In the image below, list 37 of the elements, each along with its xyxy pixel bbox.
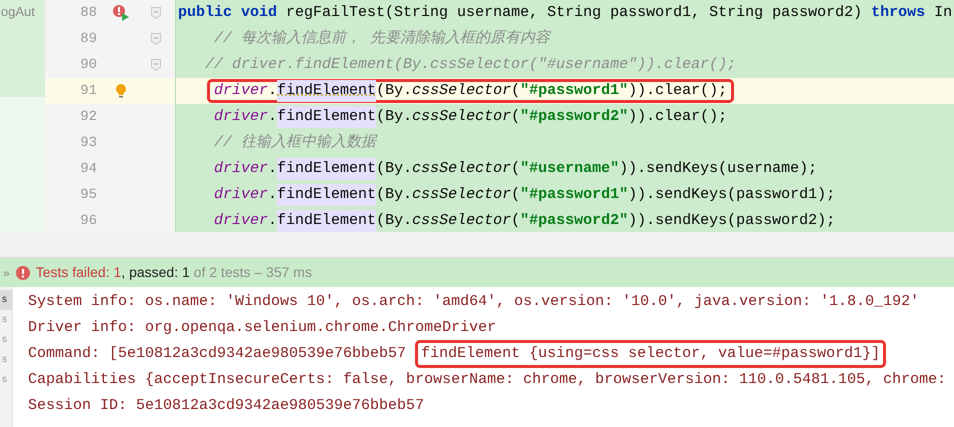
test-duration[interactable]: s xyxy=(0,310,12,330)
line-number: 93 xyxy=(79,134,98,152)
error-icon xyxy=(16,266,30,280)
fold-marker-icon[interactable] xyxy=(151,59,161,71)
code-line: driver.findElement(By.cssSelector("#password1")).sendKeys(password1); xyxy=(214,183,836,207)
line-number: 95 xyxy=(79,186,98,204)
console-text: Driver info: org.openqa.selenium.chrome.ChromeDriver xyxy=(28,318,496,338)
console-text: Command: [5e10812a3cd9342ae980539e76bbeb57 xyxy=(28,344,406,364)
code-line: driver.findElement(By.cssSelector("#password2")).clear(); xyxy=(214,105,728,129)
lightbulb-icon[interactable] xyxy=(115,83,127,99)
test-duration[interactable]: s xyxy=(0,290,12,310)
line-number: 88 xyxy=(79,4,98,22)
fold-marker-icon[interactable] xyxy=(151,7,161,19)
line-number: 92 xyxy=(79,108,98,126)
console-text: Session ID: 5e10812a3cd9342ae980539e76bbeb57 xyxy=(28,396,424,416)
test-status-text: Tests failed: 1, passed: 1 of 2 tests – 357 ms xyxy=(36,263,312,282)
expand-icon[interactable]: » xyxy=(3,264,10,282)
test-duration[interactable]: s xyxy=(0,330,12,350)
line-number: 96 xyxy=(79,212,98,230)
console-text: System info: os.name: 'Windows 10', os.arch: 'amd64', os.version: '10.0', java.version: '1.8.0_192' xyxy=(28,292,920,312)
code-comment: public void regFailTest(String username, String password1, String password2) throws In xyxy=(178,2,952,23)
fold-marker-icon[interactable] xyxy=(151,33,161,45)
line-number: 91 xyxy=(79,82,98,100)
test-duration[interactable]: s xyxy=(0,370,12,390)
error-run-icon[interactable] xyxy=(112,4,130,22)
code-line: driver.findElement(By.cssSelector("#username")).sendKeys(username); xyxy=(214,157,818,181)
line-number: 89 xyxy=(79,30,98,48)
console-text: Capabilities {acceptInsecureCerts: false, browserName: chrome, browserVersion: 110.0.5481.105, chrome: xyxy=(28,370,946,390)
code-line: driver.findElement(By.cssSelector("#password2")).sendKeys(password2); xyxy=(214,209,836,232)
code-comment: // driver.findElement(By.cssSelector("#username")).clear(); xyxy=(205,54,736,75)
test-duration[interactable]: s xyxy=(0,350,12,370)
line-number: 90 xyxy=(79,56,98,74)
code-comment: // 每次输入信息前， 先要清除输入框的原有内容 xyxy=(214,28,550,49)
console-text: findElement {using=css selector, value=#password1}] xyxy=(415,340,886,368)
line-number: 94 xyxy=(79,160,98,178)
splitter-bar[interactable] xyxy=(0,232,954,258)
code-comment: // 往输入框中输入数据 xyxy=(214,132,376,153)
